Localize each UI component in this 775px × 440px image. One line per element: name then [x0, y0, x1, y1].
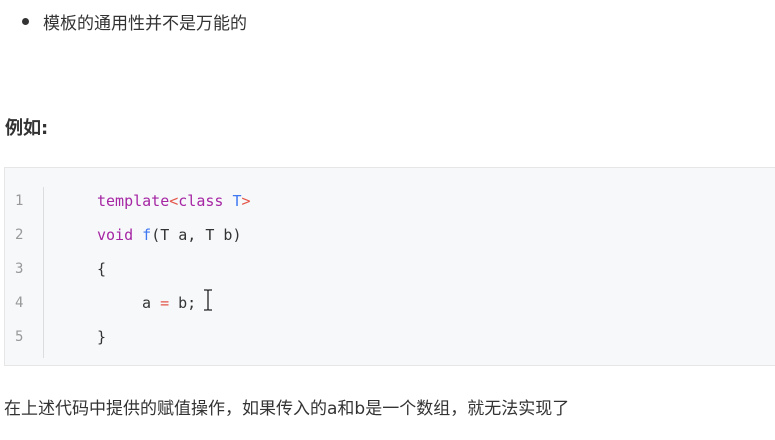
operator-assign: =	[160, 294, 170, 312]
function-name: f	[142, 226, 152, 244]
operator-open-angle: <	[169, 192, 179, 210]
line-number: 3	[15, 261, 24, 277]
code-var-b: b;	[169, 294, 197, 312]
code-line-5: 5 }	[5, 320, 775, 354]
code-line-3: 3 {	[5, 252, 775, 286]
bullet-text: 模板的通用性并不是万能的	[43, 13, 247, 34]
keyword-void: void	[97, 226, 134, 244]
code-line-text: a = b;	[142, 286, 196, 320]
text-cursor-icon	[204, 289, 212, 311]
line-number: 4	[15, 295, 24, 311]
line-number: 5	[15, 329, 24, 345]
code-line-text: void f(T a, T b)	[97, 218, 242, 252]
code-var-a: a	[142, 294, 161, 312]
keyword-template: template	[97, 192, 170, 210]
code-line-text: {	[97, 260, 107, 278]
code-line-text: template<class T>	[97, 184, 251, 218]
code-params: (T a, T b)	[151, 226, 242, 244]
type-param: T	[232, 192, 242, 210]
operator-close-angle: >	[241, 192, 251, 210]
code-line-4: 4 a = b;	[5, 286, 775, 320]
keyword-class: class	[178, 192, 224, 210]
code-line-text: }	[97, 328, 107, 346]
code-block[interactable]: 1 template<class T> 2 void f(T a, T b) 3…	[4, 167, 775, 366]
example-heading: 例如:	[5, 118, 49, 139]
bullet-dot-icon	[22, 17, 29, 25]
line-number: 1	[15, 193, 24, 209]
code-line-2: 2 void f(T a, T b)	[5, 218, 775, 252]
line-number: 2	[15, 227, 24, 243]
explanation-paragraph: 在上述代码中提供的赋值操作，如果传入的a和b是一个数组，就无法实现了	[4, 399, 570, 419]
code-line-1: 1 template<class T>	[5, 184, 775, 218]
bullet-list-item: 模板的通用性并不是万能的	[22, 9, 247, 34]
